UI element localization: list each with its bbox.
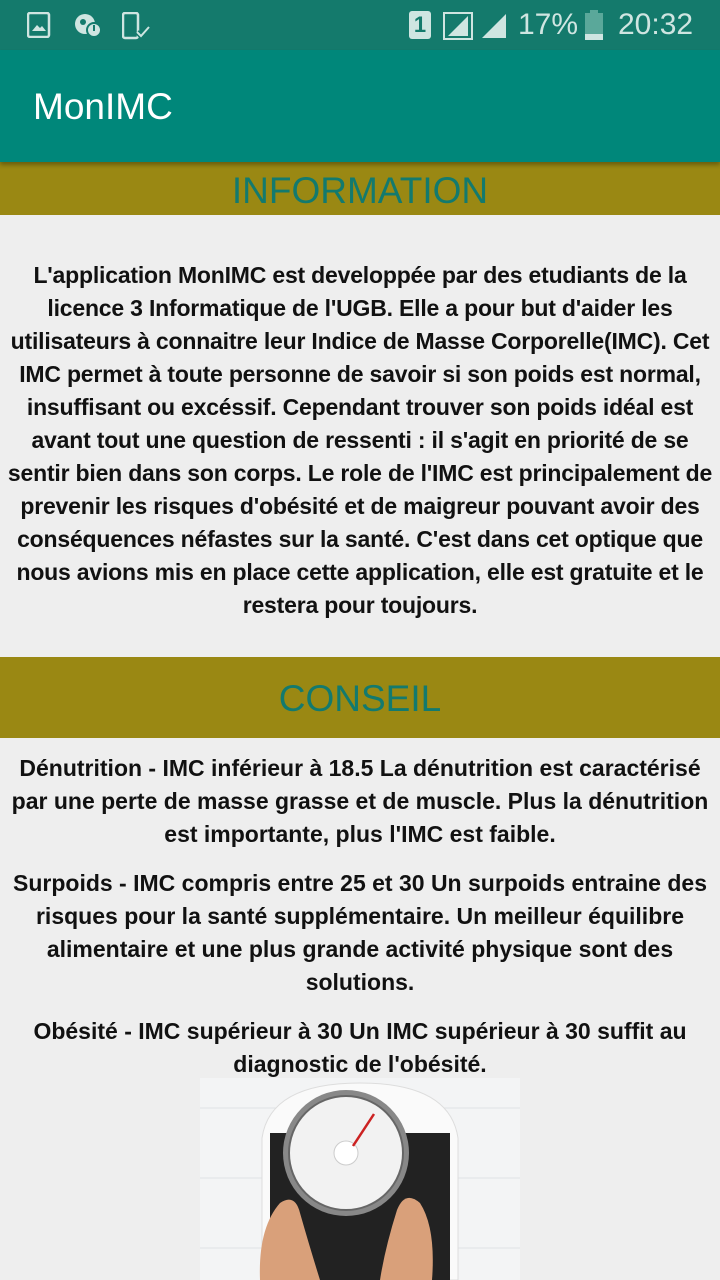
conseil-heading: CONSEIL bbox=[0, 657, 720, 738]
app-bar: MonIMC bbox=[0, 50, 720, 162]
app-title: MonIMC bbox=[33, 86, 173, 127]
conseil-list: Dénutrition - IMC inférieur à 18.5 La dé… bbox=[0, 752, 720, 1097]
gallery-notification-icon bbox=[27, 12, 51, 38]
information-heading: INFORMATION bbox=[0, 162, 720, 215]
information-text: L'application MonIMC est developpée par … bbox=[7, 262, 713, 618]
sim-1-icon: 1 bbox=[409, 11, 431, 39]
phone-check-icon bbox=[122, 12, 151, 40]
conseil-surpoids: Surpoids - IMC compris entre 25 et 30 Un… bbox=[13, 870, 707, 995]
conseil-denutrition: Dénutrition - IMC inférieur à 18.5 La dé… bbox=[11, 755, 709, 847]
conseil-obesite: Obésité - IMC supérieur à 30 Un IMC supé… bbox=[33, 1018, 687, 1077]
alert-notification-icon bbox=[75, 14, 102, 38]
cell-signal-icon bbox=[482, 14, 506, 38]
battery-icon bbox=[585, 10, 603, 40]
wifi-signal-icon bbox=[443, 12, 473, 40]
clock: 20:32 bbox=[618, 8, 694, 41]
battery-percent: 17% bbox=[518, 8, 579, 41]
status-bar: 1 17% 20:32 bbox=[0, 0, 720, 50]
bathroom-scale-image bbox=[200, 1078, 520, 1280]
